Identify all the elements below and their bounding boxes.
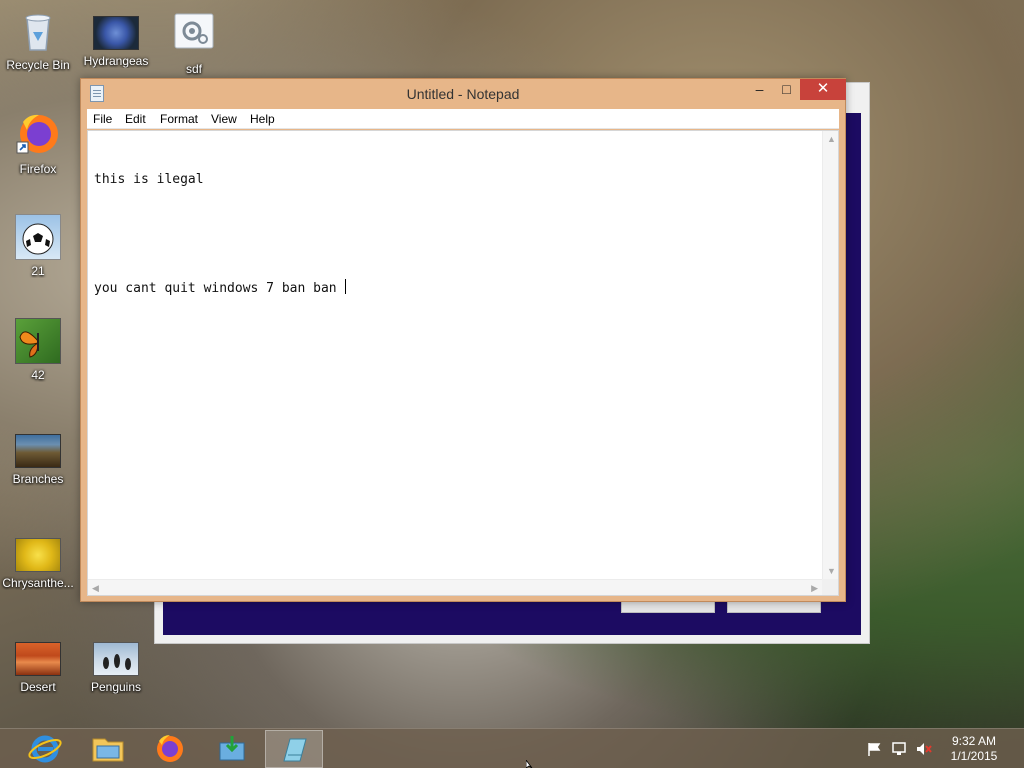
clock-time: 9:32 AM	[951, 734, 997, 748]
menu-help[interactable]: Help	[250, 112, 275, 126]
desktop-icon-penguins[interactable]: Penguins	[78, 638, 154, 694]
action-center-flag-icon[interactable]	[866, 741, 882, 757]
text-line-2	[94, 225, 818, 243]
notepad-icon	[283, 738, 307, 762]
scroll-down-arrow-icon[interactable]: ▼	[827, 566, 836, 576]
volume-muted-icon[interactable]	[915, 741, 932, 757]
butterfly-icon	[15, 318, 61, 364]
network-icon[interactable]	[891, 741, 907, 757]
vertical-scrollbar[interactable]: ▲ ▼	[822, 131, 838, 579]
firefox-icon	[157, 735, 183, 762]
horizontal-scrollbar[interactable]: ◀ ▶	[88, 579, 822, 595]
desktop-icon-label: Penguins	[90, 680, 142, 694]
desktop-icon-label: Hydrangeas	[83, 54, 149, 68]
close-button[interactable]: ✕	[800, 79, 846, 100]
menu-edit[interactable]: Edit	[125, 112, 146, 126]
desktop-icon-sdf[interactable]: sdf	[156, 12, 232, 76]
image-thumbnail-icon	[93, 16, 139, 50]
scroll-up-arrow-icon[interactable]: ▲	[827, 134, 836, 144]
image-thumbnail-icon	[15, 434, 61, 468]
text-line-3: you cant quit windows 7 ban ban	[94, 281, 345, 296]
editor-text: this is ilegal you cant quit windows 7 b…	[94, 135, 818, 334]
taskbar: 9:32 AM 1/1/2015	[0, 728, 1024, 768]
desktop-icon-hydrangeas[interactable]: Hydrangeas	[78, 12, 154, 68]
clock-date: 1/1/2015	[950, 749, 998, 763]
taskbar-installer[interactable]	[203, 730, 261, 768]
desktop-icon-label: Firefox	[19, 162, 57, 176]
desktop-icon-firefox[interactable]: Firefox	[0, 112, 76, 176]
firefox-icon	[15, 112, 61, 158]
text-editor-area[interactable]: this is ilegal you cant quit windows 7 b…	[87, 130, 839, 596]
desktop-icon-label: 21	[31, 264, 45, 278]
menu-view[interactable]: View	[211, 112, 237, 126]
scroll-left-arrow-icon[interactable]: ◀	[92, 583, 99, 593]
text-line-1: this is ilegal	[94, 172, 204, 187]
menu-bar: File Edit Format View Help	[87, 109, 839, 129]
installer-icon	[219, 736, 245, 761]
image-thumbnail-icon	[93, 642, 139, 676]
desktop-icon-label: Recycle Bin	[6, 58, 70, 72]
image-thumbnail-icon	[15, 642, 61, 676]
taskbar-notepad[interactable]	[265, 730, 323, 768]
soccer-ball-icon	[15, 214, 61, 260]
desktop-icon-label: Desert	[20, 680, 56, 694]
text-line-3-wrapper: you cant quit windows 7 ban ban	[94, 279, 818, 298]
maximize-button[interactable]: □	[773, 79, 800, 100]
desktop-icon-label: 42	[31, 368, 45, 382]
desktop-icon-recycle-bin[interactable]: Recycle Bin	[0, 8, 76, 72]
desktop-icon-label: sdf	[185, 62, 202, 76]
desktop-icon-desert[interactable]: Desert	[0, 638, 76, 694]
settings-file-icon	[171, 12, 217, 58]
taskbar-internet-explorer[interactable]	[16, 730, 74, 768]
image-thumbnail-icon	[15, 538, 61, 572]
menu-file[interactable]: File	[93, 112, 112, 126]
recycle-bin-icon	[15, 8, 61, 54]
taskbar-firefox[interactable]	[141, 730, 199, 768]
desktop-icon-branches[interactable]: Branches	[0, 430, 76, 486]
internet-explorer-icon	[28, 735, 62, 763]
desktop-icon-chrysanthemum[interactable]: Chrysanthe...	[0, 534, 76, 590]
desktop-icon-label: Chrysanthe...	[2, 576, 74, 590]
text-caret	[345, 279, 347, 294]
scroll-right-arrow-icon[interactable]: ▶	[811, 583, 818, 593]
mouse-cursor-icon	[526, 760, 533, 768]
desktop-icon-label: Branches	[12, 472, 64, 486]
file-explorer-icon	[92, 738, 124, 762]
notepad-titlebar[interactable]: Untitled - Notepad – □ ✕	[81, 79, 846, 109]
menu-format[interactable]: Format	[160, 112, 198, 126]
desktop-icon-21[interactable]: 21	[0, 214, 76, 278]
notepad-window: Untitled - Notepad – □ ✕ File Edit Forma…	[80, 78, 846, 602]
desktop-icon-42[interactable]: 42	[0, 318, 76, 382]
minimize-button[interactable]: –	[746, 79, 773, 100]
scroll-corner	[822, 579, 838, 595]
window-title: Untitled - Notepad	[406, 86, 520, 102]
taskbar-file-explorer[interactable]	[79, 730, 137, 768]
system-clock[interactable]: 9:32 AM 1/1/2015	[938, 734, 1010, 764]
